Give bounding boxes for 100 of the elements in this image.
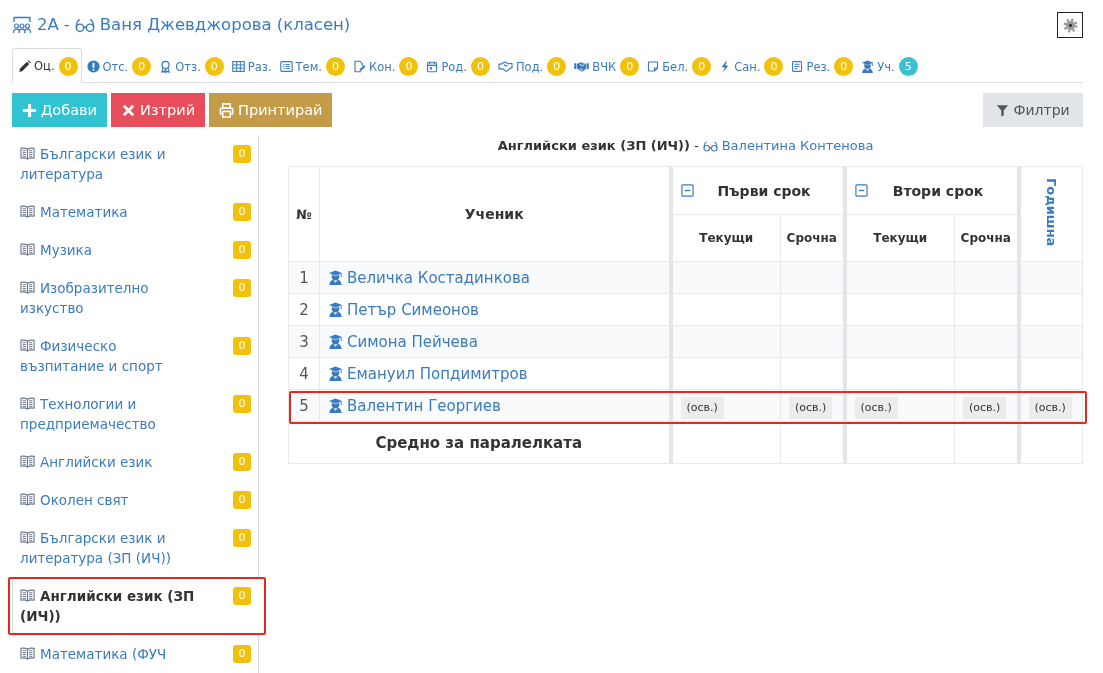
tab[interactable]: Отз. 0 [154, 49, 227, 83]
tab[interactable]: Рез. 0 [786, 49, 857, 83]
graduate-icon [328, 366, 343, 381]
book-icon [20, 396, 35, 411]
count-badge: 0 [233, 491, 251, 509]
count-badge: 0 [233, 203, 251, 221]
book-icon [20, 492, 35, 507]
count-badge: 0 [326, 57, 345, 76]
book-icon [20, 242, 35, 257]
cross-icon [121, 102, 136, 118]
row-number: 1 [288, 261, 320, 294]
sidebar-item[interactable]: Технологии и предприемачество 0 [12, 385, 259, 443]
count-badge: 0 [470, 57, 490, 76]
book-icon [20, 204, 35, 219]
tab[interactable]: Под. 0 [492, 49, 570, 83]
tab[interactable]: Уч. 5 [856, 49, 921, 83]
grade-tag: (осв.) [963, 397, 1007, 419]
row-number: 4 [288, 357, 320, 390]
group-icon [12, 16, 32, 34]
count-badge: 0 [620, 57, 640, 76]
sidebar-item[interactable]: Български език и литература (ЗП (ИЧ)) 0 [12, 519, 259, 577]
tab[interactable]: Сан. 0 [714, 49, 787, 83]
pencil-icon [18, 59, 31, 73]
count-badge: 0 [58, 56, 78, 76]
graduate-icon [328, 270, 343, 285]
count-badge: 0 [233, 241, 251, 259]
tab[interactable]: Тем. 0 [274, 49, 348, 83]
toolbar-button[interactable]: Принтирай [209, 93, 333, 127]
count-badge: 0 [834, 57, 854, 76]
book-icon [20, 646, 35, 661]
glasses-icon [702, 140, 718, 152]
sidebar-item[interactable]: Английски език (ЗП (ИЧ)) 0 [12, 577, 259, 635]
sidebar-item[interactable]: Английски език 0 [12, 443, 259, 481]
grade-tag: (осв.) [1028, 397, 1072, 419]
grade-tag: (осв.) [789, 397, 833, 419]
class-name: 2А [37, 14, 59, 36]
glasses-icon [74, 17, 95, 33]
table-icon [231, 60, 245, 73]
handshake-icon [574, 60, 590, 73]
count-badge: 0 [692, 57, 712, 76]
filter-icon [996, 103, 1010, 117]
book-icon [20, 146, 35, 161]
book-icon [20, 280, 35, 295]
filter-button[interactable]: Филтри [983, 93, 1083, 127]
grade-tag: (осв.) [680, 397, 724, 419]
collapse-icon[interactable] [680, 184, 694, 197]
tab[interactable]: Род. 0 [421, 49, 493, 83]
document-icon [791, 60, 804, 73]
sidebar-item[interactable]: Български език и литература 0 [12, 135, 259, 193]
calendar-icon [426, 60, 439, 73]
teacher-link[interactable]: Валентина Контенова [721, 136, 874, 156]
title-separator: - [63, 14, 70, 36]
subject-title: Английски език (ЗП (ИЧ)) [497, 137, 690, 155]
column-header[interactable]: Годишна [1043, 177, 1059, 247]
graduate-icon [328, 334, 343, 349]
handshake-icon [497, 60, 513, 73]
sidebar-item[interactable]: Околен свят 0 [12, 481, 259, 519]
toolbar-button[interactable]: Изтрий [111, 93, 206, 127]
count-badge: 0 [233, 645, 251, 663]
row-number: 2 [288, 293, 320, 326]
book-icon [20, 588, 35, 603]
plus-icon [22, 102, 37, 118]
count-badge: 0 [233, 529, 251, 547]
printer-icon [219, 102, 235, 118]
tab[interactable]: ВЧК 0 [569, 49, 643, 83]
column-header: Първи срок [716, 182, 812, 199]
count-badge: 0 [399, 57, 419, 76]
tab[interactable]: Оц. 0 [12, 48, 82, 83]
sidebar-item[interactable]: Математика 0 [12, 193, 259, 231]
column-header: Втори срок [891, 182, 985, 199]
tab[interactable]: Бел. 0 [642, 49, 715, 83]
count-badge: 0 [132, 57, 152, 76]
document-pen-icon [353, 60, 366, 73]
book-icon [20, 338, 35, 353]
sidebar-item[interactable]: Изобразително изкуство 0 [12, 269, 259, 327]
ribbon-icon [159, 60, 173, 73]
settings-button[interactable] [1057, 12, 1083, 38]
row-number: 3 [288, 325, 320, 358]
graduate-icon [328, 302, 343, 317]
column-header: Ученик [319, 166, 671, 262]
teacher-name: Ваня Джевджорова (класен) [99, 14, 351, 36]
count-badge: 0 [204, 57, 224, 76]
sidebar-item[interactable]: Математика (ФУЧ 0 [12, 635, 259, 673]
count-badge: 0 [233, 587, 251, 605]
grade-tag: (осв.) [854, 397, 898, 419]
collapse-icon[interactable] [854, 184, 868, 197]
count-badge: 0 [233, 279, 251, 297]
column-header: № [288, 166, 320, 262]
count-badge: 0 [547, 57, 567, 76]
exclamation-icon [86, 60, 100, 73]
count-badge: 0 [233, 395, 251, 413]
settings-icon [1062, 17, 1078, 33]
tab[interactable]: Раз. [226, 49, 275, 83]
sidebar-item[interactable]: Физическо възпитание и спорт 0 [12, 327, 259, 385]
tab[interactable]: Кон. 0 [348, 49, 422, 83]
count-badge: 0 [764, 57, 784, 76]
tab[interactable]: Отс. 0 [81, 49, 155, 83]
count-badge: 0 [233, 453, 251, 471]
sidebar-item[interactable]: Музика 0 [12, 231, 259, 269]
row-number: 5 [288, 389, 320, 422]
